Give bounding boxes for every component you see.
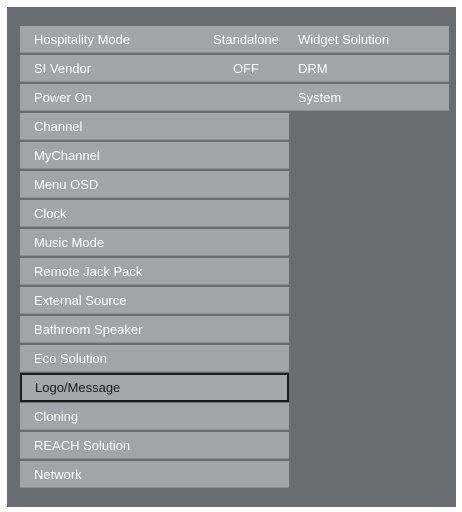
menu-item-label: Cloning	[34, 409, 79, 424]
menu-item-eco-solution[interactable]: Eco Solution	[20, 345, 289, 372]
menu-item-drm[interactable]: DRM	[284, 55, 449, 82]
menu-item-label: Power On	[34, 90, 92, 105]
menu-item-label: Widget Solution	[298, 32, 390, 47]
menu-item-label: Channel	[34, 119, 83, 134]
menu-item-music-mode[interactable]: Music Mode	[20, 229, 289, 256]
menu-item-mychannel[interactable]: MyChannel	[20, 142, 289, 169]
menu-item-label: System	[298, 90, 342, 105]
menu-item-label: MyChannel	[34, 148, 100, 163]
menu-item-si-vendor[interactable]: SI Vendor OFF	[20, 55, 289, 82]
menu-item-remote-jack-pack[interactable]: Remote Jack Pack	[20, 258, 289, 285]
settings-panel: Hospitality Mode Standalone SI Vendor OF…	[7, 7, 456, 507]
right-menu: Widget Solution DRM System	[284, 26, 449, 113]
left-menu: Hospitality Mode Standalone SI Vendor OF…	[20, 26, 289, 490]
menu-item-value: OFF	[233, 61, 259, 76]
menu-item-label: Bathroom Speaker	[34, 322, 143, 337]
menu-item-system[interactable]: System	[284, 84, 449, 111]
menu-item-label: Eco Solution	[34, 351, 107, 366]
menu-item-value: Standalone	[213, 32, 279, 47]
menu-item-label: External Source	[34, 293, 127, 308]
menu-item-cloning[interactable]: Cloning	[20, 403, 289, 430]
menu-item-label: Remote Jack Pack	[34, 264, 143, 279]
menu-item-label: REACH Solution	[34, 438, 131, 453]
menu-item-widget-solution[interactable]: Widget Solution	[284, 26, 449, 53]
menu-item-label: Menu OSD	[34, 177, 99, 192]
menu-item-label: SI Vendor	[34, 61, 92, 76]
menu-item-logo-message[interactable]: Logo/Message	[20, 373, 289, 402]
menu-item-clock[interactable]: Clock	[20, 200, 289, 227]
menu-item-label: Network	[34, 467, 82, 482]
menu-item-label: DRM	[298, 61, 328, 76]
menu-item-network[interactable]: Network	[20, 461, 289, 488]
menu-item-label: Logo/Message	[35, 380, 121, 395]
menu-item-hospitality-mode[interactable]: Hospitality Mode Standalone	[20, 26, 289, 53]
menu-item-channel[interactable]: Channel	[20, 113, 289, 140]
menu-item-menu-osd[interactable]: Menu OSD	[20, 171, 289, 198]
menu-item-bathroom-speaker[interactable]: Bathroom Speaker	[20, 316, 289, 343]
menu-item-external-source[interactable]: External Source	[20, 287, 289, 314]
menu-item-power-on[interactable]: Power On	[20, 84, 289, 111]
menu-item-label: Hospitality Mode	[34, 32, 131, 47]
menu-item-label: Music Mode	[34, 235, 105, 250]
menu-item-label: Clock	[34, 206, 67, 221]
menu-item-reach-solution[interactable]: REACH Solution	[20, 432, 289, 459]
